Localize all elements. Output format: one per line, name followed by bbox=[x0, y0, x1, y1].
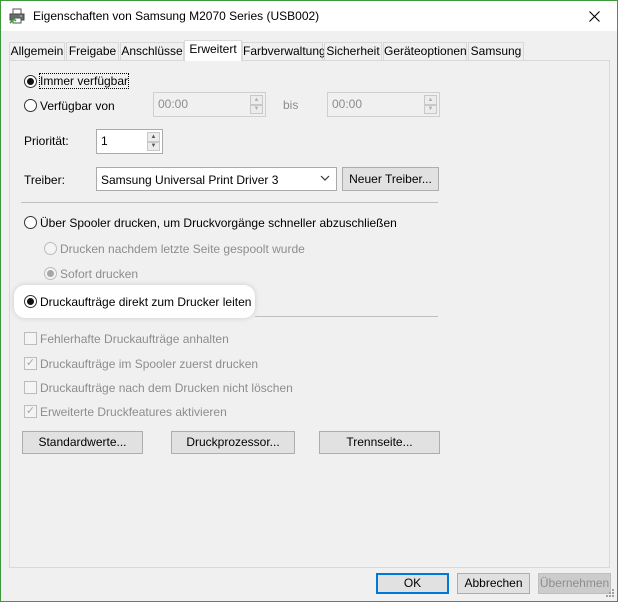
priority-spinner[interactable]: ▲ ▼ bbox=[147, 132, 160, 151]
spool-radio[interactable] bbox=[24, 216, 37, 229]
window-title: Eigenschaften von Samsung M2070 Series (… bbox=[33, 9, 320, 23]
divider bbox=[255, 316, 438, 317]
to-label: bis bbox=[283, 98, 299, 112]
apply-button[interactable]: Übernehmen bbox=[538, 573, 611, 594]
priority-value: 1 bbox=[101, 134, 108, 148]
spooled-first-label[interactable]: Druckaufträge im Spooler zuerst drucken bbox=[40, 357, 258, 371]
tab-allgemein[interactable]: Allgemein bbox=[9, 42, 65, 60]
close-icon bbox=[588, 10, 600, 22]
after-last-page-label[interactable]: Drucken nachdem letzte Seite gespoolt wu… bbox=[60, 242, 305, 256]
driver-select[interactable]: Samsung Universal Print Driver 3 bbox=[96, 167, 337, 191]
chevron-up-icon[interactable]: ▲ bbox=[250, 95, 263, 105]
available-from-radio[interactable] bbox=[24, 99, 37, 112]
chevron-up-icon[interactable]: ▲ bbox=[147, 132, 160, 142]
driver-label: Treiber: bbox=[24, 173, 65, 187]
available-from-time[interactable]: 00:00 ▲ ▼ bbox=[153, 92, 266, 117]
title-bar: Eigenschaften von Samsung M2070 Series (… bbox=[1, 1, 617, 31]
divider bbox=[21, 202, 438, 203]
tab-label: Farbverwaltung bbox=[243, 44, 326, 58]
keep-printed-checkbox[interactable] bbox=[24, 381, 37, 394]
new-driver-button[interactable]: Neuer Treiber... bbox=[342, 167, 439, 191]
always-available-label[interactable]: Immer verfügbar bbox=[38, 73, 130, 89]
after-last-page-radio[interactable] bbox=[44, 242, 57, 255]
tab-label: Anschlüsse bbox=[121, 44, 183, 58]
direct-print-label[interactable]: Druckaufträge direkt zum Drucker leiten bbox=[40, 295, 251, 309]
defaults-button[interactable]: Standardwerte... bbox=[22, 431, 143, 454]
keep-printed-label[interactable]: Druckaufträge nach dem Drucken nicht lös… bbox=[40, 381, 293, 395]
available-from-value: 00:00 bbox=[158, 97, 189, 111]
printer-properties-window: Eigenschaften von Samsung M2070 Series (… bbox=[0, 0, 618, 602]
spooled-first-checkbox[interactable]: ✓ bbox=[24, 357, 37, 370]
priority-stepper[interactable]: 1 ▲ ▼ bbox=[96, 129, 163, 154]
chevron-down-icon[interactable]: ▼ bbox=[424, 104, 437, 114]
printer-icon bbox=[9, 8, 25, 24]
tab-label: Sicherheit bbox=[326, 44, 380, 58]
chevron-up-icon[interactable]: ▲ bbox=[424, 95, 437, 105]
available-to-time[interactable]: 00:00 ▲ ▼ bbox=[327, 92, 440, 117]
resize-grip-icon[interactable] bbox=[603, 588, 615, 600]
chevron-down-icon bbox=[320, 175, 330, 181]
cancel-button[interactable]: Abbrechen bbox=[457, 573, 530, 594]
tab-label: Allgemein bbox=[10, 44, 64, 58]
tab-sicherheit[interactable]: Sicherheit bbox=[324, 42, 382, 60]
tab-farbverwaltung[interactable]: Farbverwaltung bbox=[242, 42, 326, 60]
print-processor-button[interactable]: Druckprozessor... bbox=[171, 431, 295, 454]
direct-print-radio[interactable] bbox=[24, 295, 37, 308]
time-spinner[interactable]: ▲ ▼ bbox=[424, 95, 437, 114]
tab-label: Erweitert bbox=[189, 42, 237, 56]
tab-freigabe[interactable]: Freigabe bbox=[66, 42, 119, 60]
tab-anschluesse[interactable]: Anschlüsse bbox=[120, 42, 184, 60]
time-spinner[interactable]: ▲ ▼ bbox=[250, 95, 263, 114]
chevron-down-icon[interactable]: ▼ bbox=[147, 141, 160, 151]
ok-button[interactable]: OK bbox=[376, 573, 449, 594]
tab-label: Geräteoptionen bbox=[384, 44, 467, 58]
spool-label[interactable]: Über Spooler drucken, um Druckvorgänge s… bbox=[40, 216, 397, 230]
always-available-radio[interactable] bbox=[24, 75, 37, 88]
advanced-features-checkbox[interactable]: ✓ bbox=[24, 405, 37, 418]
priority-label: Priorität: bbox=[24, 134, 69, 148]
advanced-features-label[interactable]: Erweiterte Druckfeatures aktivieren bbox=[40, 405, 227, 419]
separator-page-button[interactable]: Trennseite... bbox=[319, 431, 440, 454]
tab-label: Samsung bbox=[470, 44, 522, 58]
print-immediately-radio[interactable] bbox=[44, 267, 57, 280]
tab-geraeteoptionen[interactable]: Geräteoptionen bbox=[383, 42, 467, 60]
tab-label: Freigabe bbox=[68, 44, 117, 58]
close-button[interactable] bbox=[571, 1, 617, 31]
hold-mismatched-label[interactable]: Fehlerhafte Druckaufträge anhalten bbox=[40, 332, 229, 346]
hold-mismatched-checkbox[interactable] bbox=[24, 332, 37, 345]
print-immediately-label[interactable]: Sofort drucken bbox=[60, 267, 138, 281]
driver-select-value: Samsung Universal Print Driver 3 bbox=[101, 173, 279, 187]
chevron-down-icon[interactable]: ▼ bbox=[250, 104, 263, 114]
tab-samsung[interactable]: Samsung bbox=[468, 42, 524, 60]
available-from-label[interactable]: Verfügbar von bbox=[40, 99, 115, 113]
available-to-value: 00:00 bbox=[332, 97, 363, 111]
tab-erweitert[interactable]: Erweitert bbox=[184, 40, 242, 61]
